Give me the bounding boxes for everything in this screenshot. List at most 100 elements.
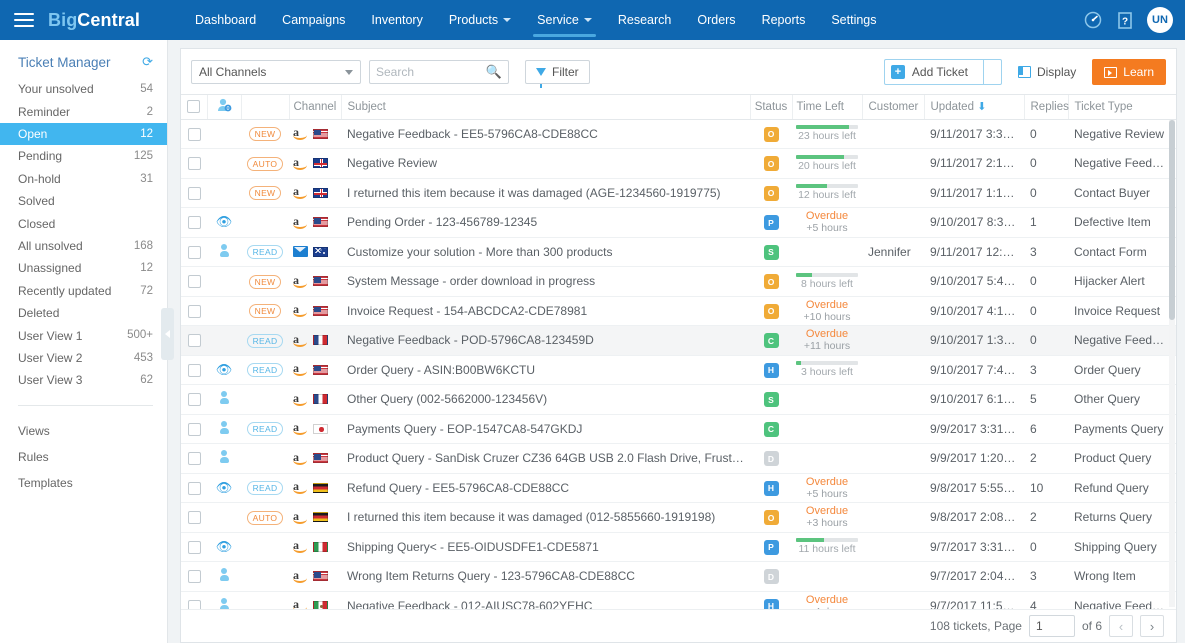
row-checkbox[interactable] [187,127,201,141]
sidebar-item-solved[interactable]: Solved [0,190,167,212]
row-checkbox[interactable] [187,422,201,436]
sidebar-item-pending[interactable]: Pending 125 [0,145,167,167]
nav-item-products[interactable]: Products [436,0,524,40]
row-checkbox[interactable] [187,216,201,230]
table-row[interactable]: READ Customize your solution - More than … [181,237,1176,267]
table-row[interactable]: AUTO a Negative Review O 20 hours left 9/11/2… [181,148,1176,179]
row-subject-cell[interactable]: I returned this item because it was dama… [341,502,750,533]
row-subject-cell[interactable]: Negative Feedback - EE5-5796CA8-CDE88CC [341,119,750,149]
search-input[interactable] [376,65,502,79]
sidebar-collapse-handle[interactable] [161,308,174,360]
watch-eye-icon[interactable]: 👁 [216,480,233,495]
nav-item-settings[interactable]: Settings [818,0,889,40]
sidebar-item-user-view-3[interactable]: User View 3 62 [0,369,167,391]
replies-header[interactable]: Replies [1024,95,1069,120]
row-checkbox[interactable] [187,511,201,525]
watch-eye-icon[interactable]: 👁 [216,362,233,377]
table-row[interactable]: 👁 READ a Order Query - ASIN:B00BW6KCTU H 3 ho… [181,355,1176,385]
row-checkbox[interactable] [187,452,201,466]
sidebar-item-your-unsolved[interactable]: Your unsolved 54 [0,78,167,100]
watch-eye-icon[interactable]: 👁 [216,539,233,554]
updated-header[interactable]: Updated ⬇ [924,95,1025,120]
select-all-checkbox[interactable] [187,100,201,114]
prev-page-button[interactable]: ‹ [1109,615,1133,637]
display-button[interactable]: Display [1009,60,1085,84]
learn-button[interactable]: Learn [1092,59,1166,85]
row-checkbox[interactable] [187,186,201,200]
subject-header[interactable]: Subject [341,95,751,120]
nav-item-orders[interactable]: Orders [684,0,748,40]
sidebar-item-reminder[interactable]: Reminder 2 [0,100,167,122]
row-subject-cell[interactable]: Negative Feedback - 012-AIUSC78-602YEHC [341,591,750,609]
assignee-person-icon[interactable] [219,450,229,464]
table-row[interactable]: NEW a I returned this item because it was … [181,178,1176,208]
sidebar-link-rules[interactable]: Rules [0,444,167,470]
table-row[interactable]: AUTO a I returned this item because it was… [181,502,1176,533]
row-checkbox[interactable] [187,393,201,407]
row-checkbox[interactable] [187,275,201,289]
channel-header[interactable]: Channel [289,95,342,120]
row-subject-cell[interactable]: Pending Order - 123-456789-12345 [341,207,750,238]
hamburger-icon[interactable] [14,13,34,27]
row-subject-cell[interactable]: Order Query - ASIN:B00BW6KCTU [341,355,750,385]
sidebar-item-user-view-2[interactable]: User View 2 453 [0,347,167,369]
time-left-header[interactable]: Time Left [792,95,863,120]
row-subject-cell[interactable]: Wrong Item Returns Query - 123-5796CA8-C… [341,561,750,592]
sidebar-item-open[interactable]: Open 12 [0,122,167,146]
row-subject-cell[interactable]: Customize your solution - More than 300 … [341,237,750,267]
table-row[interactable]: READ a Payments Query - EOP-1547CA8-547GKD… [181,414,1176,444]
table-row[interactable]: a Wrong Item Returns Query - 123-5796CA8-… [181,561,1176,592]
avatar[interactable]: UN [1147,7,1173,33]
assignee-person-icon[interactable] [219,597,229,609]
channel-select[interactable]: All Channels [191,60,361,84]
row-subject-cell[interactable]: Invoice Request - 154-ABCDCA2-CDE78981 [341,296,750,326]
row-subject-cell[interactable]: System Message - order download in progr… [341,266,750,297]
ticket-type-header[interactable]: Ticket Type [1068,95,1176,120]
row-subject-cell[interactable]: Product Query - SanDisk Cruzer CZ36 64GB… [341,443,750,474]
row-checkbox[interactable] [187,157,201,171]
row-subject-cell[interactable]: Negative Review [341,148,750,179]
customer-header[interactable]: Customer [862,95,925,120]
table-row[interactable]: NEW a System Message - order download in p… [181,266,1176,297]
nav-item-campaigns[interactable]: Campaigns [269,0,358,40]
table-row[interactable]: a Product Query - SanDisk Cruzer CZ36 64G… [181,443,1176,474]
sidebar-item-deleted[interactable]: Deleted [0,302,167,324]
row-checkbox[interactable] [187,599,201,609]
sidebar-item-unassigned[interactable]: Unassigned 12 [0,257,167,279]
nav-item-service[interactable]: Service [524,0,605,40]
table-row[interactable]: a Negative Feedback - 012-AIUSC78-602YEHC… [181,591,1176,609]
sidebar-item-on-hold[interactable]: On-hold 31 [0,168,167,190]
assignee-person-icon[interactable] [219,420,229,434]
row-subject-cell[interactable]: Negative Feedback - POD-5796CA8-123459D [341,325,750,356]
assignee-person-icon[interactable] [219,391,229,405]
table-row[interactable]: 👁 a Shipping Query< - EE5-OIDUSDFE1-CDE587… [181,532,1176,562]
nav-item-inventory[interactable]: Inventory [358,0,435,40]
row-checkbox[interactable] [187,481,201,495]
speedometer-icon[interactable] [1083,10,1103,30]
row-checkbox[interactable] [187,540,201,554]
table-row[interactable]: NEW a Invoice Request - 154-ABCDCA2-CDE789… [181,296,1176,326]
nav-item-reports[interactable]: Reports [749,0,819,40]
help-icon[interactable]: ? [1115,10,1135,30]
refresh-icon[interactable]: ⟳ [142,54,153,70]
row-subject-cell[interactable]: I returned this item because it was dama… [341,178,750,208]
row-checkbox[interactable] [187,304,201,318]
table-row[interactable]: 👁 READ a Refund Query - EE5-5796CA8-CDE88CC… [181,473,1176,503]
nav-item-dashboard[interactable]: Dashboard [182,0,269,40]
status-header[interactable]: Status [750,95,793,120]
sidebar-item-all-unsolved[interactable]: All unsolved 168 [0,235,167,257]
assignee-person-icon[interactable] [219,243,229,257]
sidebar-item-closed[interactable]: Closed [0,212,167,234]
row-checkbox[interactable] [187,363,201,377]
row-subject-cell[interactable]: Refund Query - EE5-5796CA8-CDE88CC [341,473,750,503]
table-row[interactable]: NEW a Negative Feedback - EE5-5796CA8-CDE8… [181,119,1176,149]
table-row[interactable]: a Other Query (002-5662000-123456V) S 9/10/… [181,384,1176,415]
sidebar-item-recently-updated[interactable]: Recently updated 72 [0,280,167,302]
sidebar-item-user-view-1[interactable]: User View 1 500+ [0,324,167,346]
row-checkbox[interactable] [187,570,201,584]
app-logo[interactable]: BigCentral [48,10,140,31]
next-page-button[interactable]: › [1140,615,1164,637]
search-box[interactable]: 🔍 [369,60,509,84]
page-input[interactable] [1028,615,1075,637]
filter-button[interactable]: Filter [525,60,590,88]
